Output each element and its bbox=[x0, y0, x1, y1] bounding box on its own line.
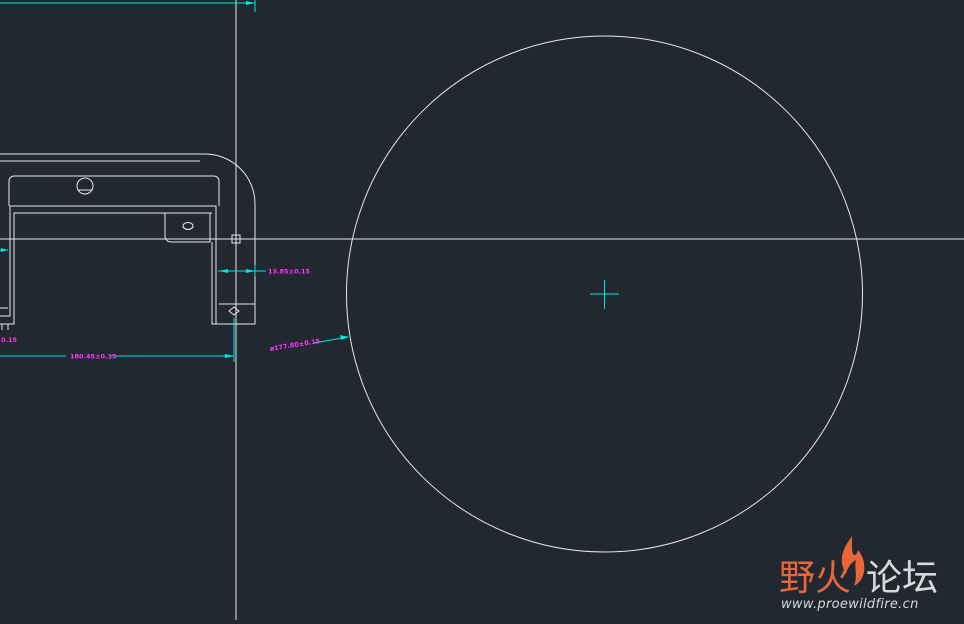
watermark-title-part1: 野火 bbox=[779, 558, 851, 599]
cad-drawing-viewport[interactable]: 13.85±0.15 180.45±0.15 0.15 ø177.80±0.15… bbox=[0, 0, 964, 620]
width-dimension bbox=[0, 248, 235, 362]
left-dimension-text: 0.15 bbox=[1, 336, 18, 344]
wall-dimension bbox=[218, 265, 266, 276]
watermark-title-part2: 论坛 bbox=[866, 558, 938, 599]
diameter-dimension-text: ø177.80±0.15 bbox=[269, 337, 321, 353]
width-dimension-text: 180.45±0.15 bbox=[70, 353, 117, 361]
grip-marker bbox=[228, 306, 240, 316]
top-dimension bbox=[0, 0, 256, 12]
watermark-url: www.proewildfire.cn bbox=[781, 597, 919, 612]
crosshair-icon bbox=[590, 280, 619, 309]
mounting-hole bbox=[76, 177, 94, 195]
bracket-profile[interactable] bbox=[0, 153, 256, 330]
watermark-logo: 野火 论坛 www.proewildfire.cn bbox=[779, 536, 938, 612]
drawing-canvas[interactable]: 13.85±0.15 180.45±0.15 0.15 ø177.80±0.15… bbox=[0, 0, 964, 620]
wall-dimension-text: 13.85±0.15 bbox=[268, 268, 311, 276]
